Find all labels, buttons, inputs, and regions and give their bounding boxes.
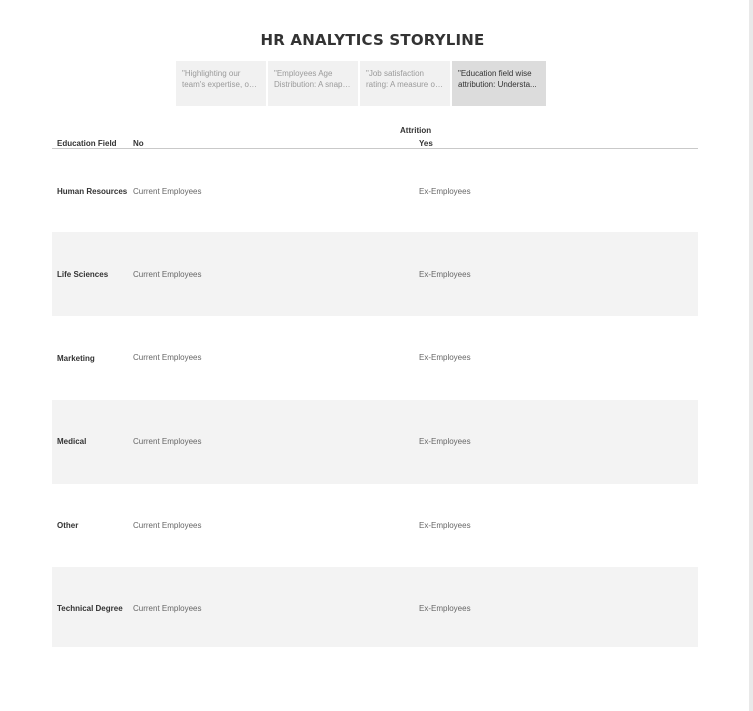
table-row: Medical Current Employees Ex-Employees xyxy=(52,400,698,484)
story-point-text: rating: A measure of ... xyxy=(366,80,445,89)
ex-employees-mark[interactable]: Ex-Employees xyxy=(419,353,471,362)
ex-employees-mark[interactable]: Ex-Employees xyxy=(419,604,471,613)
table-row: Other Current Employees Ex-Employees xyxy=(52,484,698,567)
story-point-1[interactable]: "Highlighting our team's expertise, one.… xyxy=(176,61,268,106)
ex-employees-mark[interactable]: Ex-Employees xyxy=(419,437,471,446)
column-header-no: No xyxy=(133,139,144,148)
story-point-text: "Employees Age xyxy=(274,69,333,78)
current-employees-mark[interactable]: Current Employees xyxy=(133,353,201,362)
education-field-header: Education Field xyxy=(57,139,117,148)
story-navigator: "Highlighting our team's expertise, one.… xyxy=(176,61,548,106)
story-point-3[interactable]: "Job satisfaction rating: A measure of .… xyxy=(360,61,452,106)
current-employees-mark[interactable]: Current Employees xyxy=(133,270,201,279)
window-edge xyxy=(749,0,753,711)
attrition-header: Attrition xyxy=(400,126,432,135)
table-row: Marketing Current Employees Ex-Employees xyxy=(52,316,698,400)
story-point-text: Distribution: A snaps... xyxy=(274,80,353,89)
story-point-text: attribution: Understa... xyxy=(458,80,537,89)
table-row: Human Resources Current Employees Ex-Emp… xyxy=(52,149,698,232)
story-point-text: team's expertise, one... xyxy=(182,80,261,89)
column-header-yes: Yes xyxy=(419,139,433,148)
story-point-2[interactable]: "Employees Age Distribution: A snaps... xyxy=(268,61,360,106)
current-employees-mark[interactable]: Current Employees xyxy=(133,604,201,613)
ex-employees-mark[interactable]: Ex-Employees xyxy=(419,187,471,196)
education-field-label: Human Resources xyxy=(57,187,128,196)
table-row: Technical Degree Current Employees Ex-Em… xyxy=(52,567,698,647)
attrition-table: Human Resources Current Employees Ex-Emp… xyxy=(52,149,698,647)
ex-employees-mark[interactable]: Ex-Employees xyxy=(419,270,471,279)
story-point-4[interactable]: "Education field wise attribution: Under… xyxy=(452,61,548,106)
education-field-label: Marketing xyxy=(57,354,95,363)
story-point-text: "Highlighting our xyxy=(182,69,241,78)
current-employees-mark[interactable]: Current Employees xyxy=(133,521,201,530)
table-row: Life Sciences Current Employees Ex-Emplo… xyxy=(52,232,698,316)
story-point-text: "Job satisfaction xyxy=(366,69,424,78)
ex-employees-mark[interactable]: Ex-Employees xyxy=(419,521,471,530)
current-employees-mark[interactable]: Current Employees xyxy=(133,187,201,196)
education-field-label: Technical Degree xyxy=(57,604,123,613)
education-field-label: Medical xyxy=(57,437,87,446)
story-point-text: "Education field wise xyxy=(458,69,532,78)
education-field-label: Other xyxy=(57,521,79,530)
page-title: HR ANALYTICS STORYLINE xyxy=(260,31,485,49)
current-employees-mark[interactable]: Current Employees xyxy=(133,437,201,446)
education-field-label: Life Sciences xyxy=(57,270,109,279)
